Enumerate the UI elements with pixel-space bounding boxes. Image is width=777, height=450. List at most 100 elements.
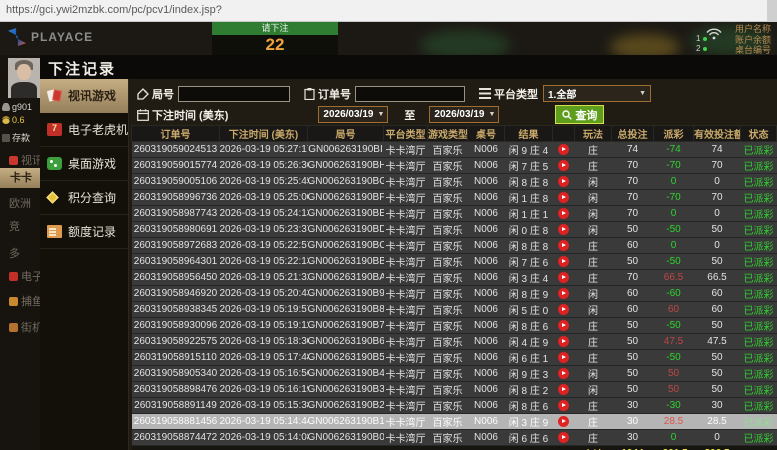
replay-play-icon[interactable]	[558, 255, 569, 267]
left-nav-item[interactable]: 视讯	[0, 152, 40, 168]
table-row[interactable]: 260319058915110 2026-03-19 05:17:48 GN0062…	[131, 349, 777, 366]
chevron-down-icon: ▼	[639, 90, 646, 97]
table-row[interactable]: 260319058946920 2026-03-19 05:20:43 GN0062…	[131, 285, 777, 302]
replay-play-icon[interactable]	[558, 191, 569, 203]
replay-play-icon[interactable]	[558, 431, 569, 443]
table-row[interactable]: 260319058980691 2026-03-19 05:23:37 GN0062…	[131, 221, 777, 238]
sidebar-item-cards[interactable]: 视讯游戏	[40, 79, 135, 113]
cell-round: GN006263190B0	[307, 429, 384, 446]
replay-play-icon[interactable]	[558, 399, 569, 411]
cell-time: 2026-03-19 05:27:17	[219, 141, 308, 158]
left-nav-item[interactable]: 欧洲	[0, 195, 40, 211]
replay-play-icon[interactable]	[558, 383, 569, 395]
cell-total-bet: 50	[611, 333, 654, 350]
cell-valid-bet: 0	[693, 173, 741, 190]
sidebar-item-dice[interactable]: 桌面游戏	[40, 147, 128, 181]
browser-url-bar[interactable]: https://gci.ywi2mzbk.com/pc/pcv1/index.j…	[0, 0, 777, 22]
replay-play-icon[interactable]	[558, 207, 569, 219]
cell-result: 闲 9 庄 3	[504, 365, 553, 382]
table-row[interactable]: 260319058938345 2026-03-19 05:19:57 GN0062…	[131, 301, 777, 318]
table-row[interactable]: 260319058905340 2026-03-19 05:16:56 GN0062…	[131, 365, 777, 382]
left-nav-item[interactable]: 街机	[0, 319, 40, 335]
cell-platform: 卡卡湾厅	[383, 365, 428, 382]
table-row[interactable]: 260319058930096 2026-03-19 05:19:11 GN0062…	[131, 317, 777, 334]
replay-play-icon[interactable]	[558, 271, 569, 283]
sidebar-item-slot[interactable]: 电子老虎机	[40, 113, 128, 147]
cell-game: 百家乐	[427, 173, 468, 190]
table-row[interactable]: 260319058881456 2026-03-19 05:14:44 GN0062…	[131, 413, 777, 430]
cell-round: GN006263190BA	[307, 269, 384, 286]
table-row[interactable]: 260319058964301 2026-03-19 05:22:13 GN0062…	[131, 253, 777, 270]
replay-play-icon[interactable]	[558, 367, 569, 379]
replay-play-icon[interactable]	[558, 239, 569, 251]
cell-platform: 卡卡湾厅	[383, 285, 428, 302]
replay-play-icon[interactable]	[558, 223, 569, 235]
cell-status: 已派彩	[740, 285, 777, 302]
replay-play-icon[interactable]	[558, 143, 569, 155]
replay-play-icon[interactable]	[558, 319, 569, 331]
replay-play-icon[interactable]	[558, 351, 569, 363]
replay-play-icon[interactable]	[558, 175, 569, 187]
cell-round: GN006263190B1	[307, 413, 384, 430]
table-row[interactable]: 260319058891149 2026-03-19 05:15:38 GN0062…	[131, 397, 777, 414]
left-nav-item[interactable]: 多	[0, 245, 40, 261]
cell-status: 已派彩	[740, 333, 777, 350]
avatar[interactable]	[8, 58, 40, 98]
order-number-input[interactable]	[355, 85, 465, 102]
left-nav-item-selected[interactable]: 卡卡	[0, 168, 40, 188]
date-from-picker[interactable]: 2026/03/19 ▼	[318, 106, 389, 123]
cell-replay	[552, 253, 575, 270]
replay-play-icon[interactable]	[558, 303, 569, 315]
cell-valid-bet: 50	[693, 317, 741, 334]
column-header: 有效投注额	[693, 125, 741, 142]
modal-content: 局号 订单号 平台类型 1.全部 ▼ 下注时间 (美东) 2026/03/19 …	[128, 79, 777, 450]
table-row[interactable]: 260319058922575 2026-03-19 05:18:30 GN0062…	[131, 333, 777, 350]
cell-order: 260319058964301	[131, 253, 220, 270]
table-row[interactable]: 260319059005106 2026-03-19 05:25:45 GN0062…	[131, 173, 777, 190]
cell-time: 2026-03-19 05:26:36	[219, 157, 308, 174]
table-row[interactable]: 260319058874472 2026-03-19 05:14:08 GN0062…	[131, 429, 777, 446]
cell-game: 百家乐	[427, 157, 468, 174]
cell-total-bet: 60	[611, 285, 654, 302]
cell-replay	[552, 349, 575, 366]
replay-play-icon[interactable]	[558, 159, 569, 171]
table-row[interactable]: 260319058956450 2026-03-19 05:21:32 GN0062…	[131, 269, 777, 286]
cell-payout: 66.5	[653, 269, 694, 286]
sidebar-item-doc[interactable]: 额度记录	[40, 215, 128, 249]
cell-valid-bet: 66.5	[693, 269, 741, 286]
date-to-picker[interactable]: 2026/03/19 ▼	[429, 106, 500, 123]
sidebar-item-gem[interactable]: 积分查询	[40, 181, 128, 215]
column-header: 状态	[740, 125, 777, 142]
playace-logo[interactable]: PLAYACE	[8, 28, 93, 46]
left-nav-item[interactable]: 捕鱼王	[0, 293, 40, 309]
table-row[interactable]: 260319058898476 2026-03-19 05:16:19 GN0062…	[131, 381, 777, 398]
table-row[interactable]: 260319059024513 2026-03-19 05:27:17 GN0062…	[131, 141, 777, 158]
cell-replay	[552, 173, 575, 190]
replay-play-icon[interactable]	[558, 415, 569, 427]
cell-bet-type: 闲	[574, 205, 612, 222]
replay-play-icon[interactable]	[558, 287, 569, 299]
deposit-button[interactable]: 存款	[2, 131, 30, 144]
search-button[interactable]: 查询	[555, 105, 605, 124]
round-number-input[interactable]	[178, 85, 290, 102]
table-row[interactable]: 260319059015774 2026-03-19 05:26:36 GN0062…	[131, 157, 777, 174]
search-icon	[562, 109, 573, 120]
cell-order: 260319058915110	[131, 349, 220, 366]
replay-play-icon[interactable]	[558, 335, 569, 347]
cell-result: 闲 1 庄 8	[504, 189, 553, 206]
cell-round: GN006263190BB	[307, 253, 384, 270]
table-row[interactable]: 260319058972683 2026-03-19 05:22:57 GN0062…	[131, 237, 777, 254]
cell-game: 百家乐	[427, 221, 468, 238]
cell-order: 260319058891149	[131, 397, 220, 414]
left-nav-item[interactable]: 竞	[0, 218, 40, 234]
url-text[interactable]: https://gci.ywi2mzbk.com/pc/pcv1/index.j…	[6, 4, 222, 16]
table-row[interactable]: 260319058996736 2026-03-19 05:25:00 GN0062…	[131, 189, 777, 206]
platform-select[interactable]: 1.全部 ▼	[543, 85, 651, 102]
cell-valid-bet: 70	[693, 189, 741, 206]
table-row[interactable]: 260319058987743 2026-03-19 05:24:13 GN0062…	[131, 205, 777, 222]
cell-round: GN006263190B7	[307, 317, 384, 334]
casino-table-blob	[420, 30, 510, 55]
cell-result: 闲 7 庄 6	[504, 253, 553, 270]
left-nav-item[interactable]: 电子	[0, 268, 40, 284]
clipboard-icon	[304, 87, 315, 100]
